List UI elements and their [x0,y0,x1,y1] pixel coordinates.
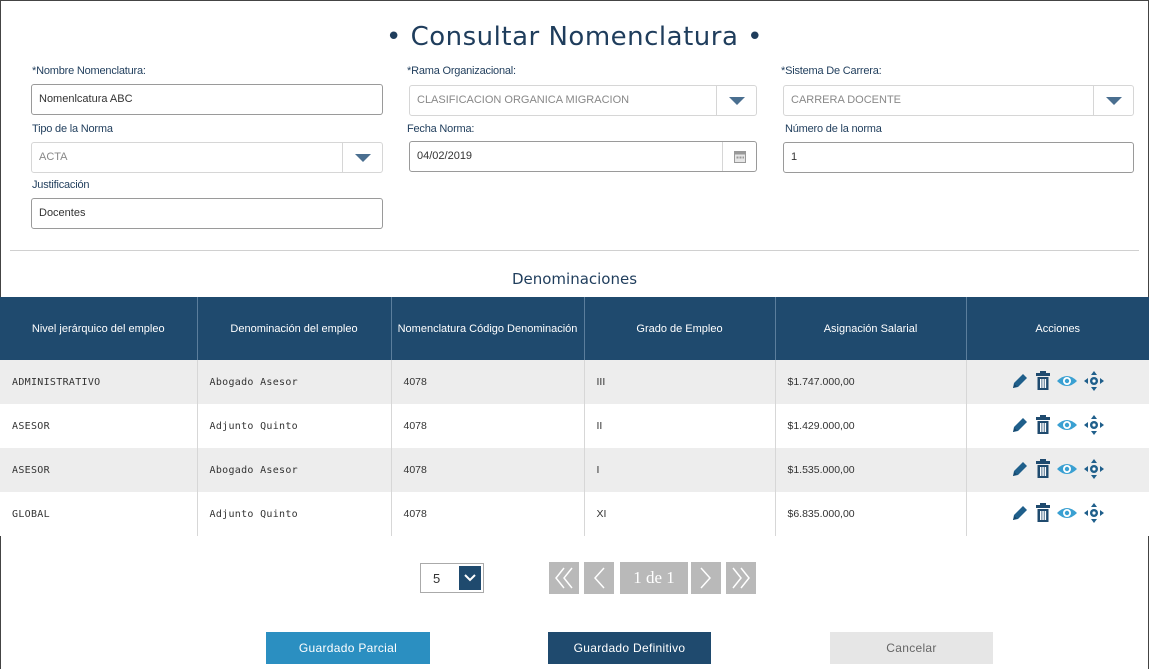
cell-denominacion: Adjunto Quinto [197,492,392,536]
chevron-down-icon[interactable] [459,566,481,590]
tipo-value: ACTA [39,151,68,163]
delete-trash-icon[interactable] [1035,414,1051,438]
cell-nivel: ASESOR [0,448,198,492]
section-title: Denominaciones [511,270,638,288]
column-header: Grado de Empleo [584,297,776,360]
numero-input[interactable]: 1 [783,142,1134,173]
move-arrows-icon[interactable] [1083,370,1105,395]
column-header: Asignación Salarial [775,297,967,360]
cell-actions [966,404,1149,448]
definitive-save-button[interactable]: Guardado Definitivo [548,632,711,664]
cell-nivel: ASESOR [0,404,198,448]
edit-pencil-icon[interactable] [1010,459,1030,482]
chevron-right-icon [700,567,712,589]
column-header: Denominación del empleo [197,297,392,360]
partial-save-button[interactable]: Guardado Parcial [266,632,430,664]
chevron-down-icon[interactable] [1093,86,1133,115]
cell-grado: XI [584,492,776,536]
rama-select[interactable]: CLASIFICACION ORGANICA MIGRACION [409,85,757,116]
move-arrows-icon[interactable] [1083,502,1105,527]
next-page-button[interactable] [691,562,721,594]
fecha-value: 04/02/2019 [417,150,473,162]
cell-nivel: ADMINISTRATIVO [0,360,198,404]
delete-trash-icon[interactable] [1035,502,1051,526]
calendar-icon[interactable] [722,142,756,171]
table-row: ASESOR Abogado Asesor 4078 I $1.535.000,00 [0,448,1149,492]
column-header: Acciones [966,297,1149,360]
rama-label: *Rama Organizacional: [407,65,516,77]
cell-grado: I [584,448,776,492]
cancel-button[interactable]: Cancelar [830,632,993,664]
table-row: ASESOR Adjunto Quinto 4078 II $1.429.000,00 [0,404,1149,448]
move-arrows-icon[interactable] [1083,458,1105,483]
double-chevron-left-icon [555,567,573,589]
fecha-input[interactable]: 04/02/2019 [409,141,757,172]
edit-pencil-icon[interactable] [1010,371,1030,394]
cell-codigo: 4078 [391,360,585,404]
tipo-label: Tipo de la Norma [32,123,113,135]
table-row: ADMINISTRATIVO Abogado Asesor 4078 III $1.74… [0,360,1149,404]
denominaciones-table: Nivel jerárquico del empleo Denominación… [0,297,1149,536]
cell-codigo: 4078 [391,492,585,536]
column-header: Nivel jerárquico del empleo [0,297,198,360]
cell-nivel: GLOBAL [0,492,198,536]
numero-label: Número de la norma [785,123,882,135]
fecha-label: Fecha Norma: [407,123,475,135]
move-arrows-icon[interactable] [1083,414,1105,439]
cell-actions [966,360,1149,404]
delete-trash-icon[interactable] [1035,458,1051,482]
cell-actions [966,492,1149,536]
column-header: Nomenclatura Código Denominación [391,297,585,360]
view-eye-icon[interactable] [1056,418,1078,435]
edit-pencil-icon[interactable] [1010,503,1030,526]
chevron-left-icon [593,567,605,589]
cell-salario: $6.835.000,00 [775,492,967,536]
justificacion-label: Justificación [32,179,90,191]
nombre-label: *Nombre Nomenclatura: [32,65,146,77]
view-eye-icon[interactable] [1056,506,1078,523]
nombre-input[interactable]: Nomenlcatura ABC [31,84,383,115]
cell-salario: $1.429.000,00 [775,404,967,448]
edit-pencil-icon[interactable] [1010,415,1030,438]
cell-actions [966,448,1149,492]
chevron-down-icon[interactable] [716,86,756,115]
double-chevron-right-icon [732,567,750,589]
cell-denominacion: Adjunto Quinto [197,404,392,448]
cell-salario: $1.747.000,00 [775,360,967,404]
cell-denominacion: Abogado Asesor [197,448,392,492]
sistema-select[interactable]: CARRERA DOCENTE [783,85,1134,116]
prev-page-button[interactable] [584,562,614,594]
first-page-button[interactable] [549,562,579,594]
tipo-select[interactable]: ACTA [31,142,383,173]
page-size-select[interactable]: 5 [420,563,484,593]
cell-denominacion: Abogado Asesor [197,360,392,404]
last-page-button[interactable] [726,562,756,594]
cell-codigo: 4078 [391,448,585,492]
page-size-value: 5 [433,571,441,586]
justificacion-input[interactable]: Docentes [31,198,383,229]
divider [10,250,1139,251]
sistema-label: *Sistema De Carrera: [781,65,882,77]
view-eye-icon[interactable] [1056,462,1078,479]
delete-trash-icon[interactable] [1035,370,1051,394]
page-info: 1 de 1 [620,562,688,594]
page-title: • Consultar Nomenclatura • [386,22,763,52]
chevron-down-icon[interactable] [342,143,382,172]
rama-value: CLASIFICACION ORGANICA MIGRACION [417,94,630,106]
sistema-value: CARRERA DOCENTE [791,94,902,106]
cell-grado: III [584,360,776,404]
cell-codigo: 4078 [391,404,585,448]
view-eye-icon[interactable] [1056,374,1078,391]
table-header-row: Nivel jerárquico del empleo Denominación… [0,297,1149,360]
cell-grado: II [584,404,776,448]
table-row: GLOBAL Adjunto Quinto 4078 XI $6.835.000,00 [0,492,1149,536]
cell-salario: $1.535.000,00 [775,448,967,492]
